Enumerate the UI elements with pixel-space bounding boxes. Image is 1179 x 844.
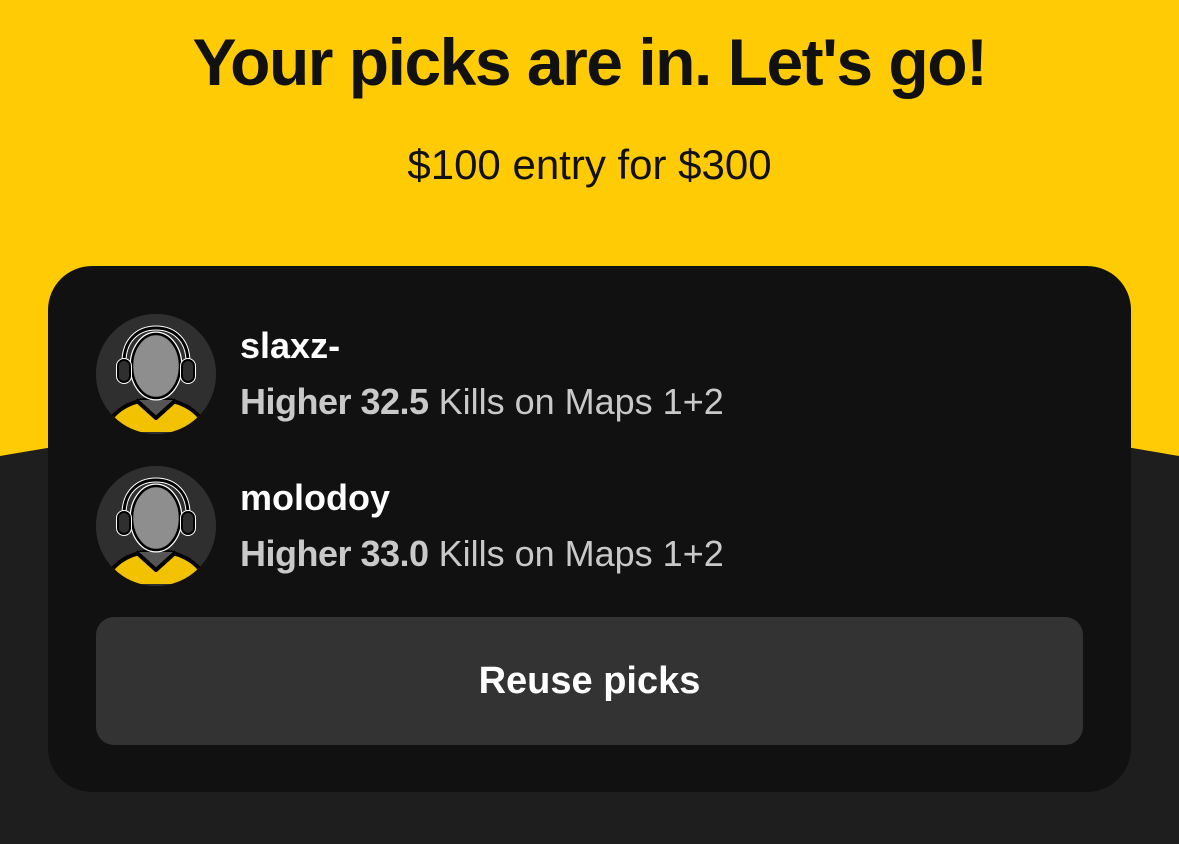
pick-stat: Kills on Maps 1+2: [438, 381, 724, 422]
reuse-picks-button[interactable]: Reuse picks: [96, 617, 1083, 745]
pick-direction: Higher 33.0: [240, 533, 429, 574]
pick-row[interactable]: slaxz- Higher 32.5 Kills on Maps 1+2: [96, 314, 1096, 438]
pick-details: Higher 32.5 Kills on Maps 1+2: [240, 380, 724, 424]
player-name: slaxz-: [240, 325, 341, 366]
player-silhouette-icon: [96, 466, 216, 586]
entry-summary: $100 entry for $300: [407, 141, 772, 188]
page-title: Your picks are in. Let's go!: [192, 25, 989, 99]
pick-direction: Higher 32.5: [240, 381, 429, 422]
reuse-picks-label: Reuse picks: [478, 659, 701, 702]
pick-details: Higher 33.0 Kills on Maps 1+2: [240, 532, 724, 576]
pick-row[interactable]: molodoy Higher 33.0 Kills on Maps 1+2: [96, 466, 1096, 590]
picks-card: slaxz- Higher 32.5 Kills on Maps 1+2 molo…: [48, 266, 1131, 792]
pick-stat: Kills on Maps 1+2: [438, 533, 724, 574]
player-silhouette-icon: [96, 314, 216, 434]
player-name: molodoy: [240, 477, 390, 518]
